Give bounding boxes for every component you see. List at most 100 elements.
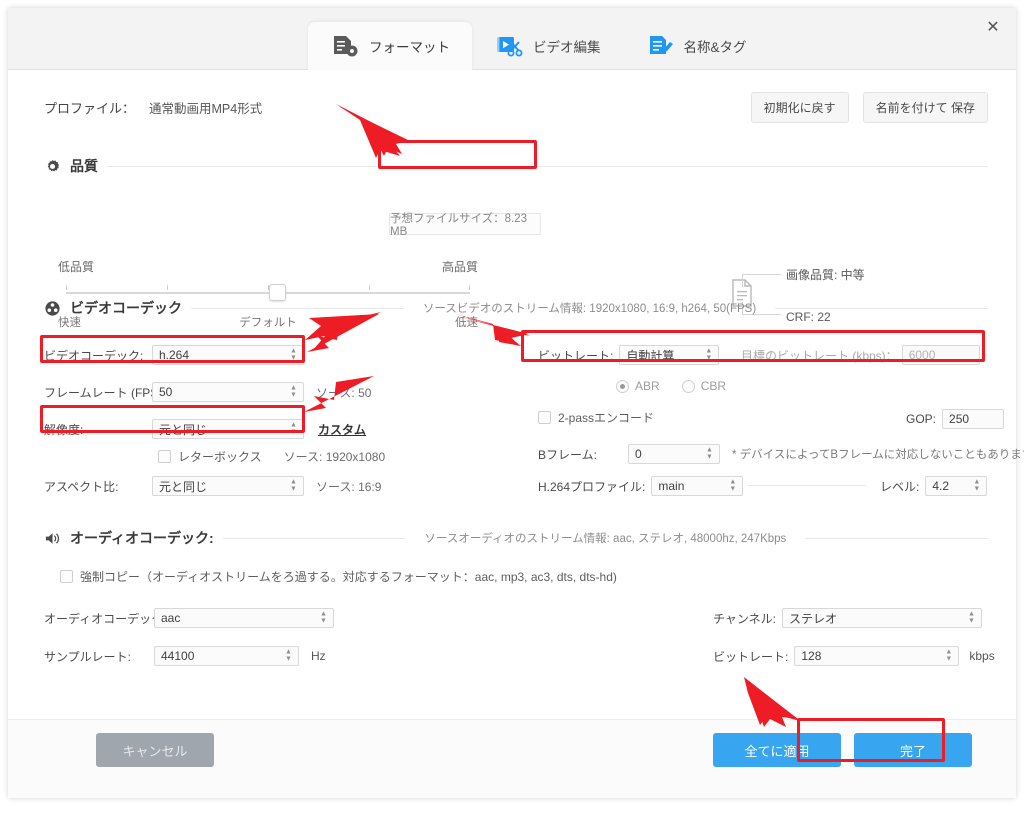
resolution-source: ソース: 1920x1080 — [283, 450, 386, 464]
bframe-select[interactable]: 0 ▲ ▼ — [628, 444, 720, 464]
aspect-label: アスペクト比: — [44, 479, 119, 494]
speaker-icon — [44, 530, 61, 547]
sample-rate-unit: Hz — [311, 649, 326, 663]
level-divider — [748, 485, 866, 486]
tab-bar: フォーマット ビデオ編集 名称&タグ — [308, 22, 769, 70]
gop-label: GOP: — [906, 412, 937, 426]
resolution-value: 元と同じ — [159, 422, 208, 437]
audio-codec-select[interactable]: aac ▲ ▼ — [154, 608, 334, 628]
bframe-note: * デバイスによってBフレームに対応しないこともあります。 — [732, 449, 1024, 461]
video-codec-label: ビデオコーデック: — [44, 348, 144, 363]
reset-button[interactable]: 初期化に戻す — [750, 92, 849, 123]
quality-section-header: 品質 — [44, 156, 988, 176]
channel-value: ステレオ — [788, 611, 837, 626]
level-select[interactable]: 4.2 ▲ ▼ — [925, 476, 988, 496]
aspect-select[interactable]: 元と同じ ▲ ▼ — [152, 476, 304, 496]
channel-label: チャンネル: — [713, 611, 776, 626]
profile-label: プロファイル： — [44, 101, 136, 116]
channel-row: チャンネル: ステレオ ▲ ▼ — [713, 608, 982, 628]
audio-bitrate-value: 128 — [801, 649, 822, 663]
profile-row: プロファイル： 通常動画用MP4形式 — [44, 98, 262, 117]
chevron-updown-icon: ▲ ▼ — [290, 421, 297, 436]
chevron-updown-icon: ▲ ▼ — [973, 478, 981, 493]
close-icon[interactable]: ✕ — [976, 14, 1010, 42]
h264-profile-row: H.264プロファイル: main ▲ ▼ — [538, 476, 744, 496]
level-row: レベル: 4.2 ▲ ▼ — [880, 476, 988, 496]
video-codec-select[interactable]: h.264 ▲ ▼ — [152, 345, 304, 365]
audio-bitrate-row: ビットレート: 128 ▲ ▼ kbps — [713, 646, 995, 666]
cbr-radio[interactable] — [681, 379, 695, 393]
two-pass-checkbox[interactable] — [538, 411, 551, 424]
save-as-button[interactable]: 名前を付けて 保存 — [862, 92, 988, 123]
video-codec-value: h.264 — [159, 348, 190, 362]
chevron-updown-icon: ▲ ▼ — [706, 446, 713, 461]
video-source-info: ソースビデオのストリーム情報: 1920x1080, 16:9, h264, 5… — [422, 303, 757, 315]
video-section-rule-right — [775, 307, 988, 309]
aspect-source: ソース: 16:9 — [316, 479, 382, 494]
gop-value: 250 — [949, 412, 970, 426]
two-pass-label: 2-passエンコード — [558, 411, 655, 425]
framerate-source: ソース: 50 — [316, 385, 372, 400]
target-bitrate-label: 目標のビットレート (kbps)： — [741, 348, 898, 363]
cancel-button[interactable]: キャンセル — [96, 733, 214, 767]
letterbox-checkbox[interactable] — [158, 450, 171, 463]
target-bitrate-input[interactable]: 6000 — [901, 345, 980, 365]
format-icon — [330, 33, 360, 59]
video-section-rule-left — [191, 307, 404, 309]
abr-radio-row: ABR CBR — [616, 379, 726, 393]
force-copy-checkbox[interactable] — [60, 570, 73, 583]
gear-icon — [44, 158, 61, 175]
letterbox-row: レターボックス ソース: 1920x1080 — [158, 448, 385, 465]
letterbox-label: レターボックス — [178, 450, 262, 464]
audio-bitrate-select[interactable]: 128 ▲ ▼ — [794, 646, 960, 666]
slider-tick — [369, 285, 370, 290]
dialog-footer: キャンセル 全てに適用 完了 — [8, 719, 1016, 798]
bframe-row: Bフレーム: 0 ▲ ▼ * デバイスによってBフレームに対応しないこともあります… — [538, 444, 1024, 464]
profile-value: 通常動画用MP4形式 — [149, 102, 263, 116]
framerate-select[interactable]: 50 ▲ ▼ — [152, 382, 304, 402]
slider-tick — [469, 285, 470, 290]
sample-rate-label: サンプルレート: — [44, 649, 131, 664]
resolution-custom-link[interactable]: カスタム — [318, 421, 366, 438]
channel-select[interactable]: ステレオ ▲ ▼ — [781, 608, 982, 628]
chevron-updown-icon: ▲ ▼ — [968, 610, 975, 625]
abr-radio[interactable] — [616, 379, 629, 393]
audio-section-rule-left — [222, 537, 406, 539]
sample-rate-select[interactable]: 44100 ▲ ▼ — [154, 646, 299, 666]
chevron-updown-icon: ▲ ▼ — [290, 478, 297, 493]
sample-rate-row: サンプルレート: 44100 ▲ ▼ Hz — [44, 646, 326, 666]
resolution-select[interactable]: 元と同じ ▲ ▼ — [152, 419, 304, 439]
two-pass-row: 2-passエンコード — [538, 409, 654, 426]
audio-section-title: オーディオコーデック: — [70, 530, 214, 546]
video-edit-icon — [494, 33, 524, 59]
gop-input[interactable]: 250 — [942, 409, 1005, 429]
quality-info-bracket-top — [742, 274, 781, 287]
slider-low-quality-label: 低品質 — [58, 260, 95, 274]
tab-format[interactable]: フォーマット — [308, 22, 472, 70]
gop-row: GOP: 250 — [906, 409, 1005, 429]
chevron-updown-icon: ▲ ▼ — [290, 347, 297, 362]
audio-section-header: オーディオコーデック: ソースオーディオのストリーム情報: aac, ステレオ,… — [44, 528, 988, 548]
chevron-updown-icon: ▲ ▼ — [729, 478, 737, 493]
tab-name-tag[interactable]: 名称&タグ — [623, 22, 769, 70]
name-tag-icon — [645, 33, 675, 59]
bitrate-mode-label: ビットレート: — [538, 348, 614, 363]
image-quality-value: 画像品質: 中等 — [786, 268, 865, 282]
apply-all-button[interactable]: 全てに適用 — [713, 733, 841, 767]
slider-tick — [167, 285, 168, 290]
window-titlebar: ✕ フォーマット ビデオ編集 名称&タグ — [8, 8, 1016, 70]
video-section-title: ビデオコーデック — [70, 300, 182, 316]
tab-video-edit[interactable]: ビデオ編集 — [472, 22, 623, 70]
chevron-updown-icon: ▲ ▼ — [945, 648, 953, 663]
h264-profile-value: main — [658, 479, 685, 493]
sample-rate-value: 44100 — [161, 649, 195, 663]
slider-tick — [66, 285, 67, 290]
video-section-header: ビデオコーデック ソースビデオのストリーム情報: 1920x1080, 16:9… — [44, 298, 988, 318]
bitrate-mode-select[interactable]: 自動計算 ▲ ▼ — [619, 345, 720, 365]
h264-profile-select[interactable]: main ▲ ▼ — [651, 476, 744, 496]
audio-codec-label: オーディオコーデック: — [44, 611, 167, 626]
framerate-row: フレームレート (FPS)： 50 ▲ ▼ ソース: 50 — [44, 382, 371, 402]
target-bitrate-row: 目標のビットレート (kbps)： 6000 — [741, 345, 980, 365]
bframe-label: Bフレーム: — [538, 447, 597, 462]
finish-button[interactable]: 完了 — [854, 733, 972, 767]
